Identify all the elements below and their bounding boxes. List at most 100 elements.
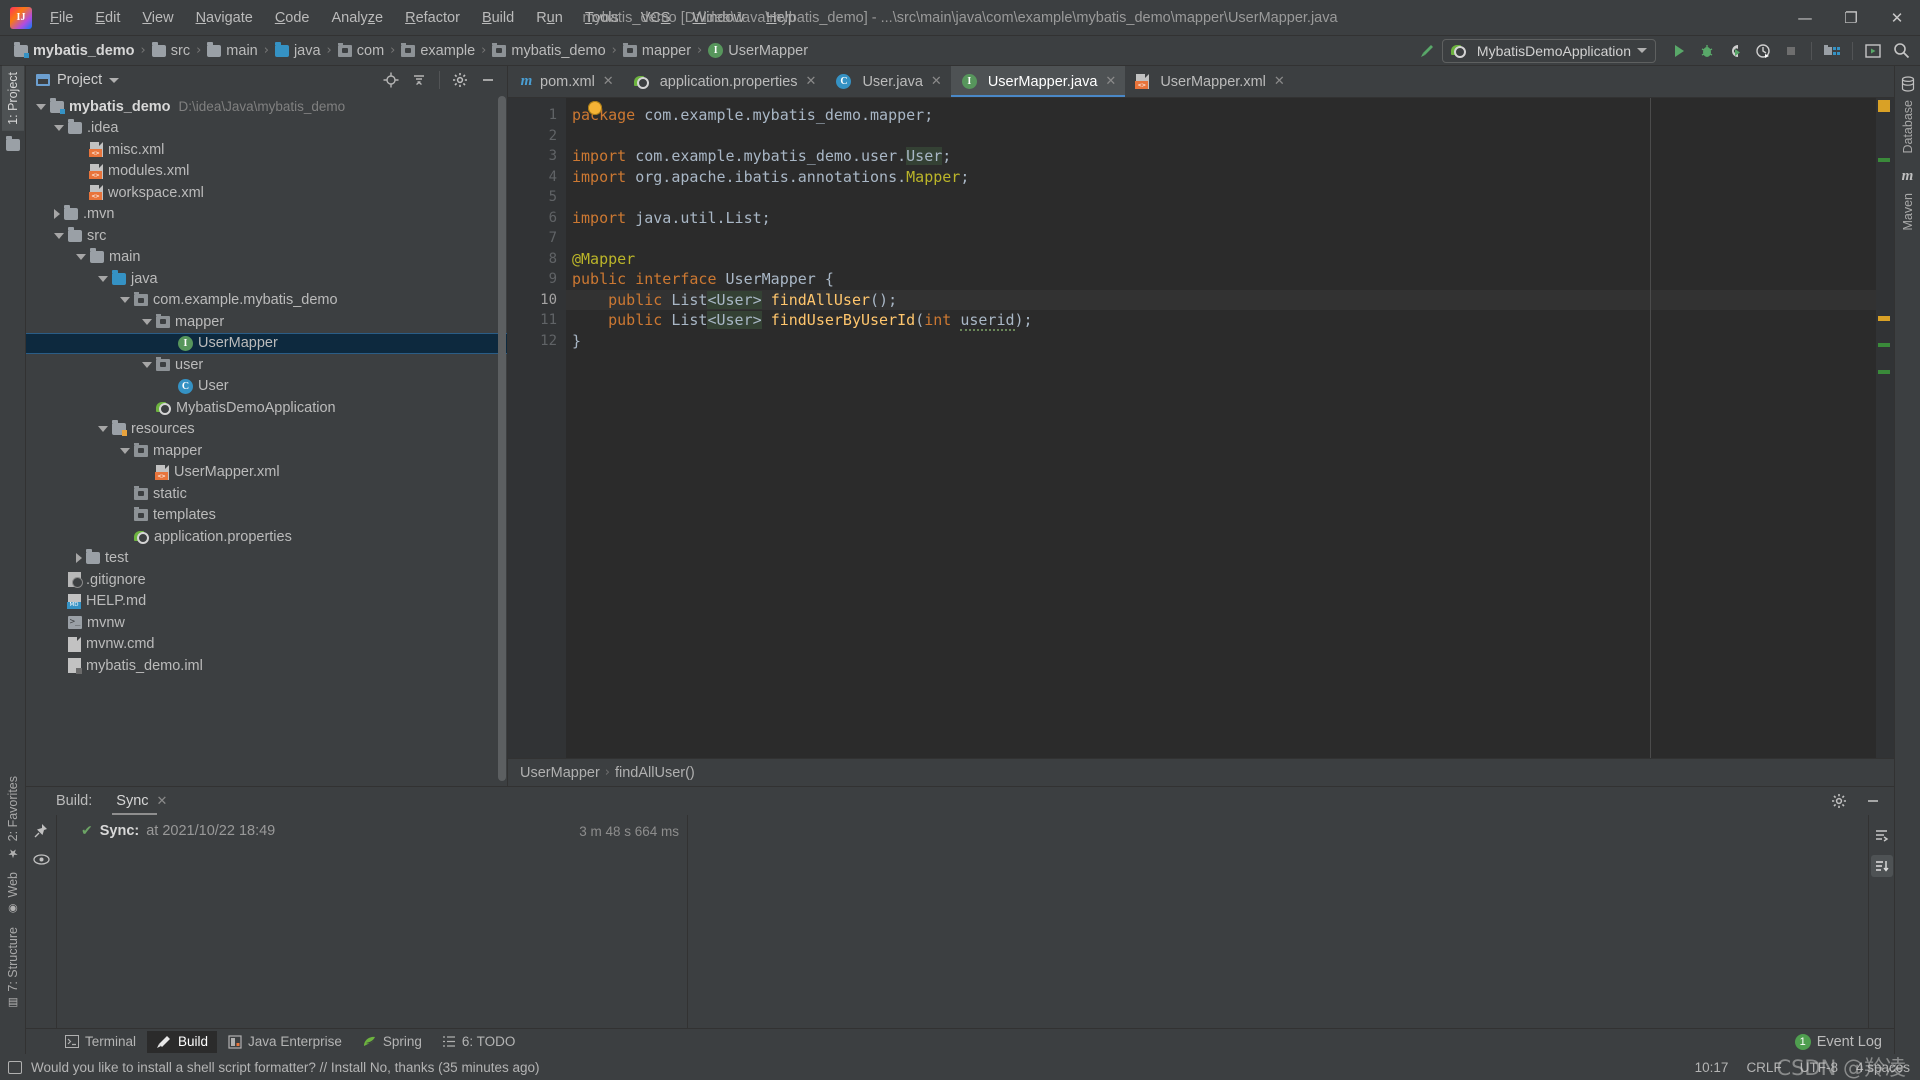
settings-gear-icon[interactable] [447,68,473,92]
tree-node-mvn[interactable]: .mvn [26,204,507,226]
tree-node-application-properties[interactable]: application.properties [26,526,507,548]
tree-node-usermapper-xml[interactable]: UserMapper.xml [26,462,507,484]
file-encoding[interactable]: UTF-8 [1800,1060,1838,1075]
menu-code[interactable]: Code [265,6,320,30]
chevron-expanded-icon[interactable] [54,232,64,239]
project-tree[interactable]: mybatis_demo D:\idea\Java\mybatis_demo .… [26,94,507,786]
show-as-tree-icon[interactable] [1871,825,1893,847]
chevron-expanded-icon[interactable] [98,275,108,282]
warning-marker[interactable] [1878,100,1890,112]
project-panel-title[interactable]: Project [36,72,120,88]
tree-node-misc-xml[interactable]: misc.xml [26,139,507,161]
build-results-tree[interactable]: ✔ Sync: at 2021/10/22 18:49 3 m 48 s 664… [56,815,688,1028]
tree-node-static[interactable]: static [26,483,507,505]
vcs-marker[interactable] [1878,370,1890,374]
sidebar-item-project[interactable]: 1: Project [1,66,24,131]
run-icon[interactable] [1666,39,1692,63]
sidebar-item-web[interactable]: ◉ Web [2,866,24,921]
menu-navigate[interactable]: Navigate [186,6,263,30]
vcs-marker[interactable] [1878,343,1890,347]
tool-window-todo[interactable]: 6: TODO [433,1031,525,1052]
close-icon[interactable]: ✕ [806,74,817,89]
build-detail-pane[interactable] [688,815,1868,1028]
menu-refactor[interactable]: Refactor [395,6,470,30]
tree-node-mvnw[interactable]: >_ mvnw [26,612,507,634]
chevron-collapsed-icon[interactable] [54,209,60,220]
menu-tools[interactable]: Tools [575,6,629,30]
tool-window-spring[interactable]: Spring [353,1031,431,1052]
tree-node-workspace-xml[interactable]: workspace.xml [26,182,507,204]
tool-window-java-enterprise[interactable]: Java Enterprise [219,1031,351,1052]
tool-window-build[interactable]: Build [147,1030,218,1053]
breadcrumb-item-example[interactable]: example [397,41,479,61]
menu-vcs[interactable]: VCS [631,6,681,30]
chevron-expanded-icon[interactable] [54,125,64,132]
close-icon[interactable]: ✕ [157,794,168,809]
tree-node-mvnw-cmd[interactable]: mvnw.cmd [26,634,507,656]
tab-usermapper-xml[interactable]: UserMapper.xml ✕ [1125,66,1293,97]
code-editor[interactable]: 1 2 3 4 5 6 7 8 9 10 11 12 package com.e… [508,98,1894,758]
tree-node-user-class[interactable]: C User [26,376,507,398]
menu-analyze[interactable]: Analyze [322,6,394,30]
line-number-gutter[interactable]: 1 2 3 4 5 6 7 8 9 10 11 12 [508,98,566,758]
event-log-label[interactable]: Event Log [1817,1034,1882,1050]
build-row-sync[interactable]: ✔ Sync: at 2021/10/22 18:49 3 m 48 s 664… [57,819,687,843]
project-tree-scrollbar[interactable] [498,96,506,781]
breadcrumb-item-com[interactable]: com [334,41,388,61]
error-stripe-markers[interactable] [1876,98,1894,758]
tool-window-terminal[interactable]: Terminal [56,1031,145,1052]
close-icon[interactable]: ✕ [1105,74,1116,89]
menu-file[interactable]: File [40,6,83,30]
breadcrumb-class[interactable]: UserMapper [520,765,600,781]
update-application-icon[interactable] [1860,39,1886,63]
tree-node-user-pkg[interactable]: user [26,354,507,376]
breadcrumb-item-src[interactable]: src [148,41,194,61]
tab-user-java[interactable]: C User.java ✕ [825,66,950,97]
tree-node-gitignore[interactable]: .gitignore [26,569,507,591]
menu-build[interactable]: Build [472,6,524,30]
search-icon[interactable] [1888,39,1914,63]
message-icon[interactable] [8,1060,22,1074]
stop-icon[interactable] [1778,39,1804,63]
tab-usermapper-java[interactable]: I UserMapper.java ✕ [950,66,1126,97]
tree-node-java[interactable]: java [26,268,507,290]
sidebar-item-structure[interactable]: ▤ 7: Structure [2,921,24,1016]
close-icon[interactable]: ✕ [931,74,942,89]
tree-node-mybatis-demo-iml[interactable]: mybatis_demo.iml [26,655,507,677]
hide-panel-icon[interactable] [475,68,501,92]
line-separator[interactable]: CRLF [1746,1060,1781,1075]
hide-panel-icon[interactable] [1860,789,1886,813]
breadcrumb-member[interactable]: findAllUser() [615,765,695,781]
menu-view[interactable]: View [132,6,183,30]
tree-node-templates[interactable]: templates [26,505,507,527]
profiler-icon[interactable] [1750,39,1776,63]
chevron-expanded-icon[interactable] [142,318,152,325]
breadcrumb-item-mapper[interactable]: mapper [619,41,695,61]
tree-node-help-md[interactable]: HELP.md [26,591,507,613]
collapse-all-icon[interactable] [406,68,432,92]
tree-node-resources[interactable]: resources [26,419,507,441]
tab-application-properties[interactable]: application.properties ✕ [623,66,826,97]
menu-edit[interactable]: Edit [85,6,130,30]
close-icon[interactable]: ✕ [603,74,614,89]
status-message[interactable]: Would you like to install a shell script… [31,1060,539,1075]
code-content[interactable]: package com.example.mybatis_demo.mapper;… [566,98,1876,758]
tab-pom-xml[interactable]: m pom.xml ✕ [508,66,623,97]
pin-icon[interactable] [33,823,49,839]
chevron-expanded-icon[interactable] [142,361,152,368]
chevron-down-icon[interactable] [109,77,120,83]
menu-run[interactable]: Run [526,6,573,30]
breadcrumb-item-mybatis-demo-pkg[interactable]: mybatis_demo [488,41,609,61]
chevron-expanded-icon[interactable] [36,103,46,110]
breadcrumb-item-java[interactable]: java [271,41,325,61]
chevron-expanded-icon[interactable] [120,447,130,454]
close-button[interactable]: ✕ [1874,0,1920,35]
close-icon[interactable]: ✕ [1274,74,1285,89]
run-configuration-selector[interactable]: MybatisDemoApplication [1441,38,1656,63]
warning-marker[interactable] [1878,316,1890,321]
tree-node-src[interactable]: src [26,225,507,247]
tree-node-mybatis-demo[interactable]: mybatis_demo D:\idea\Java\mybatis_demo [26,96,507,118]
tree-node-com-example-mybatis-demo[interactable]: com.example.mybatis_demo [26,290,507,312]
tree-node-mybatisdemoapplication[interactable]: MybatisDemoApplication [26,397,507,419]
tree-node-mapper-pkg[interactable]: mapper [26,311,507,333]
